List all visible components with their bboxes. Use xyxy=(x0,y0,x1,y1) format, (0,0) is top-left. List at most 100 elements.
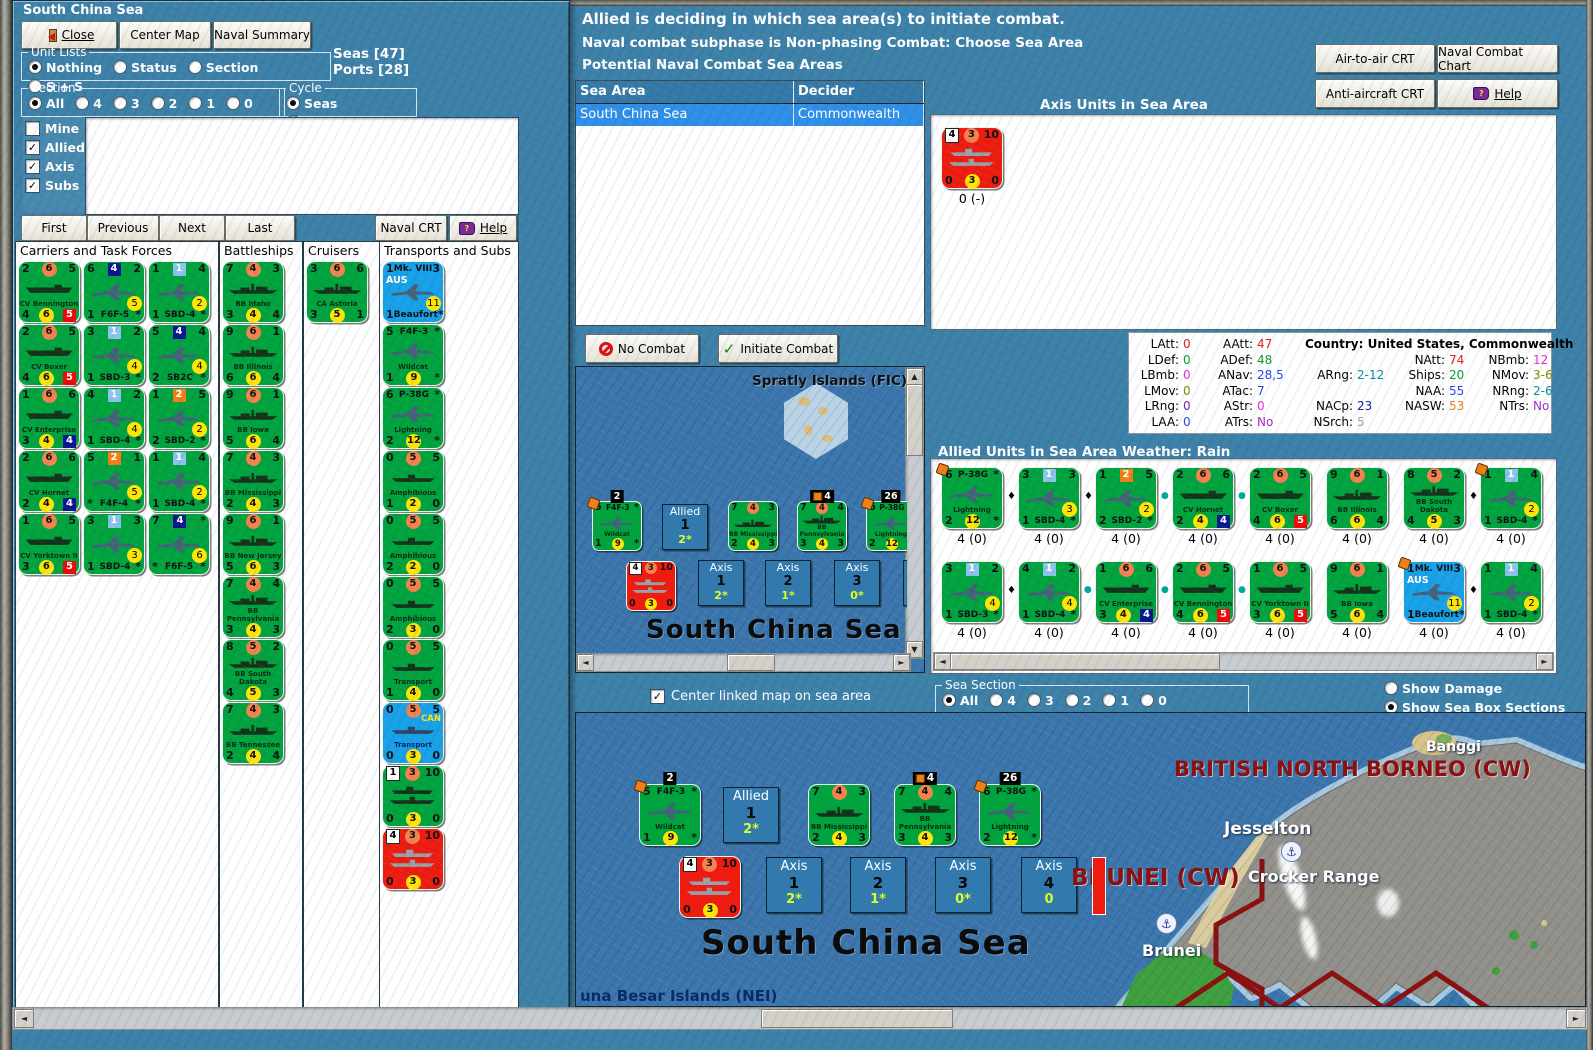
air-to-air-crt-button[interactable]: Air-to-air CRT xyxy=(1315,44,1435,73)
axis-2-section-box[interactable]: Axis 2 1* xyxy=(765,560,811,606)
unit-counter[interactable]: 7 4 3 BB Mississippi 2 4 3 xyxy=(222,450,284,512)
unit-counter[interactable]: 7 4 * 6 * F6F-5 * xyxy=(148,513,210,575)
radio-4[interactable]: 4 xyxy=(75,96,102,111)
unit-counter[interactable]: 6P-38G*Lightning212*26 xyxy=(860,490,907,551)
radio-0[interactable]: 0 xyxy=(226,96,253,111)
unit-counter[interactable]: 7 4 3 BB Tennessee 2 4 4 xyxy=(222,702,284,764)
naval-crt-button[interactable]: Naval CRT xyxy=(375,215,447,241)
unit-counter[interactable]: 1 2 5 2 2 SBD-2 * xyxy=(1095,467,1157,529)
radio-nothing[interactable]: Nothing xyxy=(28,60,102,75)
unit-counter[interactable]: 9 6 1 BB Iowa 5 6 4 xyxy=(222,387,284,449)
axis-1-section-box[interactable]: Axis 1 2* xyxy=(766,857,822,913)
mini-map-hscroll[interactable]: ◄ ► xyxy=(576,653,911,672)
unit-counter[interactable]: 7 4 4 BB Pennsylvania 3 4 3 xyxy=(222,576,284,638)
unit-counter[interactable]: 0 5 5 Amphibious 2 3 0 xyxy=(382,576,444,638)
unit-counter[interactable]: 9 6 1 BB New Jersey 5 6 3 xyxy=(222,513,284,575)
allied-1-section-box[interactable]: Allied 1 2* xyxy=(723,787,779,843)
filter-axis[interactable]: ✓ Axis xyxy=(25,159,83,174)
unit-counter[interactable]: 9 6 1 BB Iowa 5 6 4 xyxy=(1326,561,1388,623)
unit-counter[interactable]: 4 1 2 4 1 SBD-4 * xyxy=(83,387,145,449)
unit-counter[interactable]: 1 1 4 2 1 SBD-4 * xyxy=(1480,561,1542,623)
allied-1-section-box[interactable]: Allied 1 2* xyxy=(662,504,708,550)
unit-counter[interactable]: 7 4 3 BB Mississippi 2 4 3 xyxy=(728,501,778,551)
mini-map-content[interactable]: Spratly Islands (FIC) South China Sea 5F… xyxy=(576,367,907,655)
filter-allied[interactable]: ✓ Allied xyxy=(25,140,85,155)
unit-counter[interactable]: 5 F4F-3 * Wildcat 1 9 * 2 xyxy=(586,490,642,551)
radio-seas[interactable]: Seas xyxy=(286,96,337,111)
axis-3-section-box[interactable]: Axis 3 0* xyxy=(834,560,880,606)
last-button[interactable]: Last xyxy=(225,215,295,241)
filter-mine[interactable]: Mine xyxy=(25,121,83,136)
sea-area-mini-map[interactable]: Spratly Islands (FIC) South China Sea 5F… xyxy=(575,366,925,673)
unit-counter[interactable]: 0 5 5 CAN Transport 0 3 0 xyxy=(382,702,444,764)
unit-counter[interactable]: 6 4 2 5 1 F6F-5 * xyxy=(83,261,145,323)
unit-counter[interactable]: 8 5 2 BB South Dakota 4 5 3 xyxy=(1403,467,1465,529)
unit-counter[interactable]: 1 3 10 0 3 0 xyxy=(382,765,444,827)
unit-counter[interactable]: 6P-38G*Lightning212*26 xyxy=(973,772,1041,846)
unit-counter[interactable]: 6 P-38G * Lightning 2 12 * xyxy=(382,387,444,449)
unit-counter[interactable]: 2 6 5 CV Bennington 4 6 5 xyxy=(18,261,80,323)
unit-counter[interactable]: 1 Mk. VIII 3 AUS 11 1 Beaufort * xyxy=(1397,556,1465,623)
unit-counter[interactable]: 7 4 3 BB Idaho 3 4 4 xyxy=(222,261,284,323)
unit-counter[interactable]: 1 1 4 2 1 SBD-4 * xyxy=(148,261,210,323)
unit-counter[interactable]: 5 4 4 4 2 SB2C * xyxy=(148,324,210,386)
unit-counter[interactable]: 1 2 5 2 2 SBD-2 * xyxy=(148,387,210,449)
unit-counter[interactable]: 1 6 5 CV Yorktown II 3 6 5 xyxy=(18,513,80,575)
unit-listbox[interactable] xyxy=(85,117,519,215)
unit-counter[interactable]: 2 6 6 CV Hornet 2 4 4 xyxy=(1172,467,1234,529)
main-map[interactable]: 5 F4F-3 * Wildcat 1 9 * 2 7 4 3 BB Mississippi 2 4 3 7 4… xyxy=(575,712,1586,1007)
unit-counter[interactable]: 2 6 6 CV Hornet 2 4 4 xyxy=(18,450,80,512)
radio-1[interactable]: 1 xyxy=(1102,693,1129,708)
radio-2[interactable]: 2 xyxy=(150,96,177,111)
axis-4-section-box[interactable]: Axis40 xyxy=(903,560,907,606)
anti-aircraft-crt-button[interactable]: Anti-aircraft CRT xyxy=(1315,79,1435,108)
unit-counter[interactable]: 7 4 4 BB Pennsylvania 3 4 3 4 xyxy=(797,490,847,551)
unit-counter[interactable]: 4 3 10 0 3 0 xyxy=(941,127,1003,189)
main-map-content[interactable]: 5 F4F-3 * Wildcat 1 9 * 2 7 4 3 BB Mississippi 2 4 3 7 4… xyxy=(576,713,1585,1006)
unit-counter[interactable]: 2 6 5 CV Boxer 4 6 5 xyxy=(1249,467,1311,529)
unit-counter[interactable]: 6 P-38G * Lightning 2 12 * xyxy=(935,462,1003,529)
naval-combat-chart-button[interactable]: Naval Combat Chart xyxy=(1437,44,1558,73)
radio-all[interactable]: All xyxy=(942,693,978,708)
radio-3[interactable]: 3 xyxy=(1026,693,1054,708)
unit-counter[interactable]: 0 5 5 Transport 1 4 0 xyxy=(382,639,444,701)
unit-counter[interactable]: 2 6 5 CV Bennington 4 6 5 xyxy=(1172,561,1234,623)
unit-counter[interactable]: 0 5 5 Amphibious 1 2 0 xyxy=(382,450,444,512)
unit-counter[interactable]: 2 6 5 CV Boxer 4 6 5 xyxy=(18,324,80,386)
unit-counter[interactable]: 0 5 5 Amphibious 2 2 0 xyxy=(382,513,444,575)
sea-area-row[interactable]: South China Sea Commonwealth xyxy=(576,104,924,126)
unit-counter[interactable]: 4 3 10 0 3 0 xyxy=(679,856,741,918)
radio-0[interactable]: 0 xyxy=(1140,693,1167,708)
unit-counter[interactable]: 9 6 1 BB Illinois 6 6 4 xyxy=(222,324,284,386)
unit-counter[interactable]: 1 Mk. VIII 3 AUS 11 1 Beaufort * xyxy=(382,261,444,323)
help-button-left[interactable]: ? Help xyxy=(449,215,517,241)
radio-2[interactable]: 2 xyxy=(1064,693,1091,708)
radio-1[interactable]: 1 xyxy=(188,96,215,111)
unit-counter[interactable]: 5 F4F-3 * Wildcat 1 9 * 2 xyxy=(633,772,701,846)
unit-counter[interactable]: 9 6 1 BB Illinois 6 6 4 xyxy=(1326,467,1388,529)
radio-section[interactable]: Section xyxy=(187,60,258,75)
unit-counter[interactable]: 1 6 5 CV Yorktown II 3 6 5 xyxy=(1249,561,1311,623)
unit-counter[interactable]: 4 1 2 4 1 SBD-4 * xyxy=(1018,561,1080,623)
center-map-checkbox[interactable]: ✓ Center linked map on sea area xyxy=(650,689,871,704)
unit-counter[interactable]: 8 5 2 BB South Dakota 4 5 3 xyxy=(222,639,284,701)
axis-2-section-box[interactable]: Axis 2 1* xyxy=(850,857,906,913)
radio-4[interactable]: 4 xyxy=(989,693,1016,708)
filter-subs[interactable]: ✓ Subs xyxy=(25,178,83,193)
unit-counter[interactable]: 3 1 3 3 1 SBD-4 * xyxy=(1018,467,1080,529)
next-button[interactable]: Next xyxy=(159,215,225,241)
unit-counter[interactable]: 1 1 4 2 1 SBD-4 * xyxy=(148,450,210,512)
unit-counter[interactable]: 1 6 6 CV Enterprise 3 4 4 xyxy=(18,387,80,449)
unit-counter[interactable]: 1 6 6 CV Enterprise 3 4 4 xyxy=(1095,561,1157,623)
axis-4-section-box[interactable]: Axis40 xyxy=(1021,857,1077,913)
allied-units-hscroll[interactable]: ◄ ► xyxy=(933,652,1554,671)
help-button-right[interactable]: ? Help xyxy=(1437,79,1558,108)
unit-counter[interactable]: 3 6 6 CA Astoria 3 5 1 xyxy=(306,261,368,323)
unit-counter[interactable]: 4 3 10 0 3 0 xyxy=(382,828,444,890)
axis-3-section-box[interactable]: Axis 3 0* xyxy=(935,857,991,913)
unit-counter[interactable]: 3 1 2 4 1 SBD-3 * xyxy=(83,324,145,386)
first-button[interactable]: First xyxy=(21,215,87,241)
unit-counter[interactable]: 7 4 4 BB Pennsylvania 3 4 3 4 xyxy=(894,772,956,846)
unit-counter[interactable]: 3 1 2 4 1 SBD-3 * xyxy=(941,561,1003,623)
unit-counter[interactable]: 3 1 3 3 1 SBD-4 * xyxy=(83,513,145,575)
